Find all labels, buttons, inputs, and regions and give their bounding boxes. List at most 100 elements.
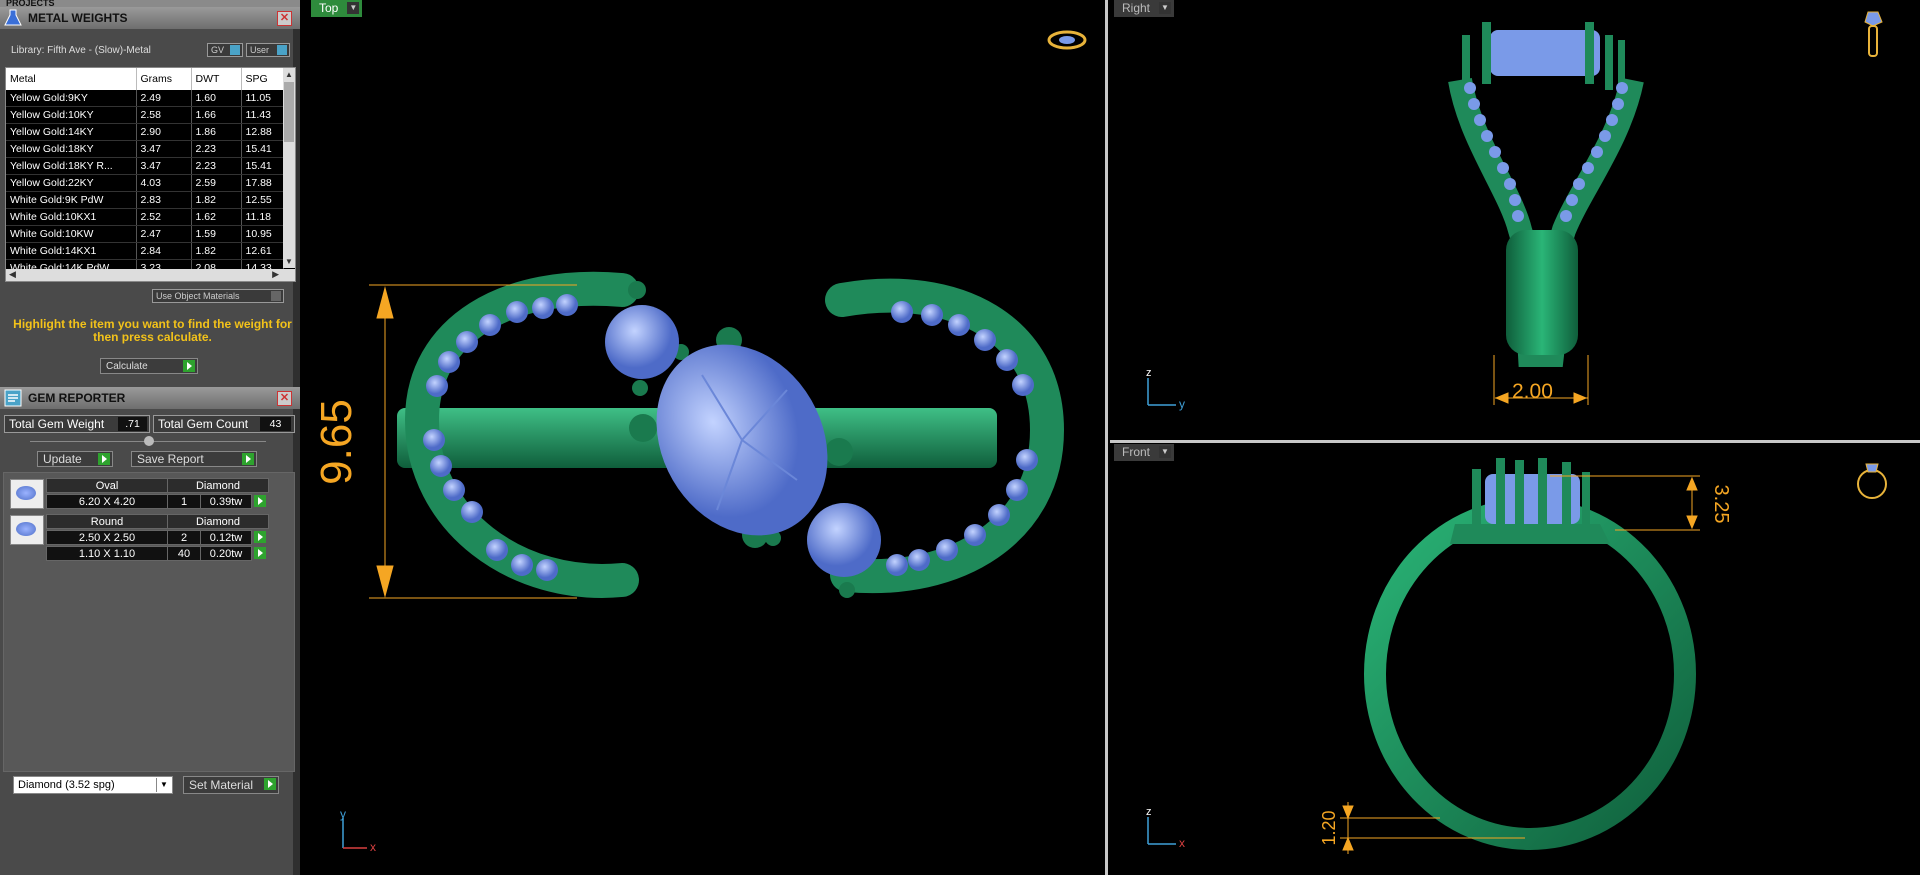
dwt-value: 1.66 [191,106,242,124]
close-icon[interactable]: ✕ [277,391,292,406]
viewport-top[interactable]: Top ▼ 9.65 y x [307,0,1108,875]
gem-weight[interactable]: 0.20tw [200,546,252,561]
dwt-value: 2.23 [191,157,242,175]
gem-shape: Oval [46,478,168,493]
round-gem-icon [10,515,44,545]
spg-value: 17.88 [241,174,284,192]
table-row[interactable]: White Gold:9K PdW 2.83 1.82 12.55 [6,191,284,209]
metal-table[interactable]: Metal Grams DWT SPG Yellow Gold:9KY 2.49 1… [5,67,296,282]
dwt-value: 2.59 [191,174,242,192]
user-label: User [250,45,270,55]
spg-value: 11.18 [241,208,284,226]
axis-z-label: z [1146,367,1152,379]
calculate-button[interactable]: Calculate [100,358,198,374]
metal-name: White Gold:10KW [6,225,137,243]
horizontal-scrollbar[interactable]: ◀ ▶ [6,269,295,281]
play-icon [183,360,195,372]
metal-weights-title: METAL WEIGHTS [28,11,128,25]
gem-weight[interactable]: 0.39tw [200,494,252,509]
gem-qty[interactable]: 2 [167,530,201,545]
table-row[interactable]: Yellow Gold:9KY 2.49 1.60 11.05 [6,90,284,107]
metal-name: White Gold:9K PdW [6,191,137,209]
table-row[interactable]: Yellow Gold:22KY 4.03 2.59 17.88 [6,174,284,192]
gem-weight[interactable]: 0.12tw [200,530,252,545]
spg-value: 11.05 [241,90,284,107]
dwt-value: 1.60 [191,90,242,107]
dimension-label: 9.65 [312,399,361,485]
side-round-stone [807,503,881,577]
grams-value: 2.47 [136,225,192,243]
gem-material: Diamond [167,478,269,493]
axis-y-label: y [340,807,346,821]
dwt-value: 1.62 [191,208,242,226]
dwt-value: 1.86 [191,123,242,141]
gv-toggle[interactable]: GV [207,43,243,57]
axis-y-label: y [1179,397,1185,411]
dimension-label: 3.25 [1710,485,1732,524]
set-material-label: Set Material [189,778,254,792]
total-gem-weight: Total Gem Weight .71 [4,415,150,433]
save-report-button[interactable]: Save Report [131,451,257,467]
gem-qty[interactable]: 40 [167,546,201,561]
spg-value: 11.43 [241,106,284,124]
dimension-label: 1.20 [1319,810,1339,845]
gv-label: GV [211,45,225,55]
metal-name: White Gold:14KX1 [6,242,137,260]
table-row[interactable]: Yellow Gold:14KY 2.90 1.86 12.88 [6,123,284,141]
library-label: Library: Fifth Ave - (Slow)-Metal [11,45,151,56]
table-row[interactable]: Yellow Gold:18KY 3.47 2.23 15.41 [6,140,284,158]
update-button[interactable]: Update [37,451,113,467]
chevron-down-icon[interactable]: ▼ [156,778,171,792]
play-icon[interactable] [254,495,266,507]
set-material-button[interactable]: Set Material [183,776,279,794]
spg-value: 12.61 [241,242,284,260]
gem-size[interactable]: 2.50 X 2.50 [46,530,168,545]
grams-value: 2.90 [136,123,192,141]
gem-reporter-header: GEM REPORTER ✕ [0,387,300,409]
column-header-spg[interactable]: SPG [241,68,284,90]
gem-size[interactable]: 6.20 X 4.20 [46,494,168,509]
use-object-materials-toggle[interactable]: Use Object Materials [152,289,284,303]
spg-value: 10.95 [241,225,284,243]
dwt-value: 1.82 [191,191,242,209]
dwt-value: 2.23 [191,140,242,158]
gem-qty[interactable]: 1 [167,494,201,509]
right-view-canvas: 2.00 z y [1146,11,1883,411]
viewport-right[interactable]: Right ▼ 2.00 z y [1110,0,1920,441]
total-gem-count: Total Gem Count 43 [153,415,295,433]
axis-x-label: x [1179,836,1185,850]
play-icon[interactable] [254,531,266,543]
total-gem-count-label: Total Gem Count [158,417,249,431]
viewport-splitter[interactable] [1110,440,1920,443]
gem-size[interactable]: 1.10 X 1.10 [46,546,168,561]
splitter-handle[interactable] [144,436,154,446]
vertical-scrollbar[interactable]: ▲ ▼ [283,68,295,268]
grams-value: 2.84 [136,242,192,260]
oval-gem-icon [10,479,44,509]
projects-header[interactable]: PROJECTS [0,0,300,7]
total-gem-count-value: 43 [260,417,291,431]
spg-value: 15.41 [241,140,284,158]
material-select[interactable]: Diamond (3.52 spg) ▼ [13,776,173,794]
spg-value: 12.88 [241,123,284,141]
table-row[interactable]: Yellow Gold:18KY R... 3.47 2.23 15.41 [6,157,284,175]
user-toggle[interactable]: User [246,43,290,57]
metal-weights-header: METAL WEIGHTS ✕ [0,7,300,29]
play-icon[interactable] [254,547,266,559]
table-row[interactable]: White Gold:14KX1 2.84 1.82 12.61 [6,242,284,260]
grams-value: 2.52 [136,208,192,226]
viewport-front[interactable]: Front ▼ 3.25 1.20 z x [1110,444,1920,875]
column-header-grams[interactable]: Grams [136,68,192,90]
gem-material: Diamond [167,514,269,529]
play-icon [98,453,110,465]
close-icon[interactable]: ✕ [277,11,292,26]
column-header-metal[interactable]: Metal [6,68,137,90]
axis-x-label: x [370,840,376,854]
metal-name: Yellow Gold:14KY [6,123,137,141]
gem-reporter-title: GEM REPORTER [28,391,126,405]
column-header-dwt[interactable]: DWT [191,68,242,90]
table-row[interactable]: White Gold:10KW 2.47 1.59 10.95 [6,225,284,243]
ring-side-icon [1864,11,1883,57]
table-row[interactable]: Yellow Gold:10KY 2.58 1.66 11.43 [6,106,284,124]
table-row[interactable]: White Gold:10KX1 2.52 1.62 11.18 [6,208,284,226]
